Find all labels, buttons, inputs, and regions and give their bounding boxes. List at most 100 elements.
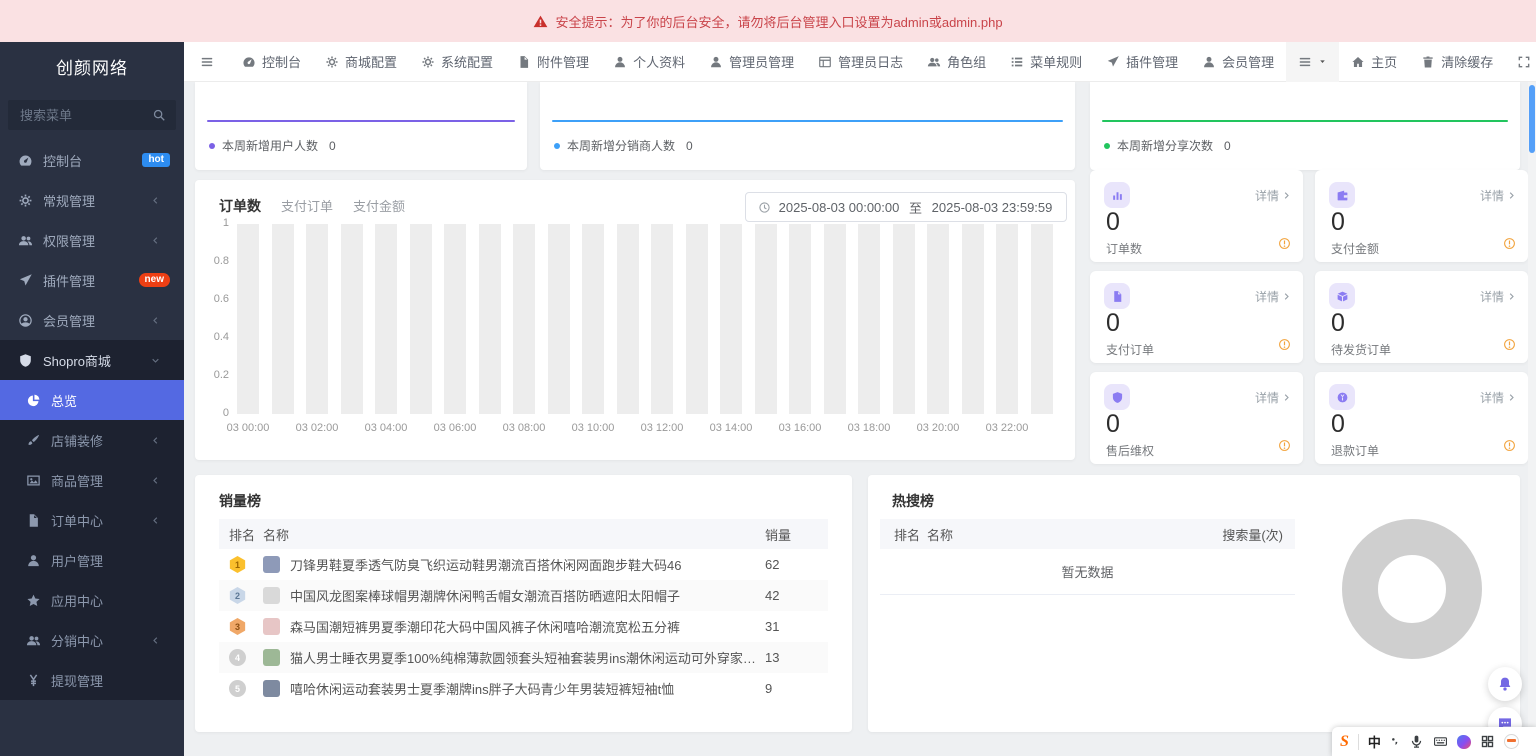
stat-value: 0 bbox=[1331, 309, 1345, 338]
topnav-item-menu-rule[interactable]: 菜单规则 bbox=[998, 42, 1094, 82]
punctuation-icon[interactable] bbox=[1390, 734, 1400, 749]
name-cell: 中国风龙图案棒球帽男潮牌休闲鸭舌帽女潮流百搭防晒遮阳太阳帽子 bbox=[263, 586, 765, 605]
topnav-item-role-group[interactable]: 角色组 bbox=[915, 42, 998, 82]
scrollbar-thumb[interactable] bbox=[1529, 85, 1535, 153]
log-icon bbox=[818, 55, 832, 69]
table-row: 2中国风龙图案棒球帽男潮牌休闲鸭舌帽女潮流百搭防晒遮阳太阳帽子42 bbox=[219, 580, 828, 611]
sidebar-submenu: 总览店铺装修商品管理订单中心用户管理应用中心分销中心提现管理 bbox=[0, 380, 184, 700]
overview-card-new-shares: 本周新增分享次数0 bbox=[1090, 82, 1520, 170]
topnav-item-label: 商城配置 bbox=[345, 52, 397, 71]
sidebar-item-decorate[interactable]: 店铺装修 bbox=[0, 420, 184, 460]
sidebar-item-general[interactable]: 常规管理 bbox=[0, 180, 184, 220]
security-banner-text: 安全提示：为了你的后台安全，请勿将后台管理入口设置为admin或admin.ph… bbox=[555, 12, 1002, 31]
x-axis-label: 03 10:00 bbox=[559, 422, 627, 434]
chevR-icon bbox=[1282, 393, 1291, 402]
date-range-picker[interactable]: 2025-08-03 00:00:00 至 2025-08-03 23:59:5… bbox=[745, 192, 1067, 222]
chart-bar bbox=[755, 224, 777, 414]
warning-icon bbox=[533, 14, 548, 29]
skin-icon[interactable] bbox=[1457, 735, 1471, 749]
sales-value: 62 bbox=[765, 557, 828, 572]
tab-支付订单[interactable]: 支付订单 bbox=[281, 196, 333, 216]
rank-badge: 3 bbox=[229, 618, 246, 635]
topnav-item-addon-manage[interactable]: 插件管理 bbox=[1094, 42, 1190, 82]
scrollbar-track[interactable] bbox=[1528, 82, 1536, 756]
tab-订单数[interactable]: 订单数 bbox=[219, 196, 261, 216]
hot-search-table-header: 排名名称搜索量(次) bbox=[880, 519, 1295, 549]
detail-link[interactable]: 详情 bbox=[1255, 389, 1291, 406]
chartbars-icon bbox=[1111, 189, 1124, 202]
emoji-icon[interactable] bbox=[1504, 734, 1519, 749]
ime-logo[interactable]: S bbox=[1340, 733, 1349, 751]
sidebar-item-shopro[interactable]: Shopro商城 bbox=[0, 340, 184, 380]
sidebar-search-input[interactable] bbox=[8, 100, 148, 130]
user-icon bbox=[26, 553, 41, 568]
date-start[interactable]: 2025-08-03 00:00:00 bbox=[777, 200, 901, 215]
topnav-item-admin-manage[interactable]: 管理员管理 bbox=[697, 42, 806, 82]
topnav-item-member-manage[interactable]: 会员管理 bbox=[1190, 42, 1286, 82]
notification-fab[interactable] bbox=[1488, 667, 1522, 701]
overview-card-new-distributors: 本周新增分销商人数0 bbox=[540, 82, 1075, 170]
topnav-item-admin-log[interactable]: 管理员日志 bbox=[806, 42, 915, 82]
detail-link[interactable]: 详情 bbox=[1255, 187, 1291, 204]
overview-card-new-users: 本周新增用户人数0 bbox=[195, 82, 527, 170]
sidebar-item-console[interactable]: 控制台hot bbox=[0, 140, 184, 180]
topnav-item-system-config[interactable]: 系统配置 bbox=[409, 42, 505, 82]
chart-bar bbox=[996, 224, 1018, 414]
detail-link[interactable]: 详情 bbox=[1480, 288, 1516, 305]
x-axis-label: 03 06:00 bbox=[421, 422, 489, 434]
fullscreen-button[interactable] bbox=[1505, 42, 1536, 82]
apps-grid-icon[interactable] bbox=[1480, 734, 1495, 749]
tab-支付金额[interactable]: 支付金额 bbox=[353, 196, 405, 216]
topnav-item-mall-config[interactable]: 商城配置 bbox=[313, 42, 409, 82]
name-cell: 刀锋男鞋夏季透气防臭飞织运动鞋男潮流百搭休闲网面跑步鞋大码46 bbox=[263, 555, 765, 574]
chevL-icon bbox=[151, 476, 160, 485]
sidebar-item-commission[interactable]: 分销中心 bbox=[0, 620, 184, 660]
sidebar-item-member[interactable]: 会员管理 bbox=[0, 300, 184, 340]
sidebar-item-auth[interactable]: 权限管理 bbox=[0, 220, 184, 260]
coin-icon bbox=[1336, 391, 1349, 404]
topnav-item-console[interactable]: 控制台 bbox=[230, 42, 313, 82]
y-axis-label: 0.4 bbox=[203, 331, 229, 343]
sidebar-toggle-button[interactable] bbox=[184, 42, 230, 82]
menu-bars-icon bbox=[200, 55, 214, 69]
topnav-item-profile[interactable]: 个人资料 bbox=[601, 42, 697, 82]
sidebar-item-addon[interactable]: 插件管理new bbox=[0, 260, 184, 300]
column-header: 排名 bbox=[880, 525, 927, 544]
ime-divider bbox=[1358, 734, 1359, 750]
stat-icon-wrap bbox=[1329, 384, 1355, 410]
product-name: 中国风龙图案棒球帽男潮牌休闲鸭舌帽女潮流百搭防晒遮阳太阳帽子 bbox=[290, 586, 680, 605]
product-thumbnail bbox=[263, 556, 280, 573]
sidebar-item-label: 用户管理 bbox=[51, 551, 170, 570]
sidebar-item-app[interactable]: 应用中心 bbox=[0, 580, 184, 620]
ime-toolbar: S 中 bbox=[1332, 727, 1536, 756]
sales-value: 31 bbox=[765, 619, 828, 634]
sidebar-item-withdraw[interactable]: 提现管理 bbox=[0, 660, 184, 700]
cogs-icon bbox=[421, 55, 435, 69]
sidebar-item-user[interactable]: 用户管理 bbox=[0, 540, 184, 580]
rank-cell: 2 bbox=[219, 587, 263, 604]
clear-cache-button[interactable]: 清除缓存 bbox=[1409, 42, 1505, 82]
sidebar-item-order[interactable]: 订单中心 bbox=[0, 500, 184, 540]
ime-language-mode[interactable]: 中 bbox=[1368, 732, 1381, 751]
home-button[interactable]: 主页 bbox=[1339, 42, 1409, 82]
detail-link[interactable]: 详情 bbox=[1480, 187, 1516, 204]
sales-table-body: 1 刀锋男鞋夏季透气防臭飞织运动鞋男潮流百搭休闲网面跑步鞋大码4662 2 中国风龙图… bbox=[219, 549, 828, 704]
expand-icon bbox=[1517, 55, 1531, 69]
microphone-icon[interactable] bbox=[1409, 734, 1424, 749]
product-name: 森马国潮短裤男夏季潮印花大码中国风裤子休闲嘻哈潮流宽松五分裤 bbox=[290, 617, 680, 636]
name-cell: 猫人男士睡衣男夏季100%纯棉薄款圆领套头短袖套装男ins潮休闲运动可外穿家居服 bbox=[263, 648, 765, 667]
column-header: 排名 bbox=[219, 525, 263, 544]
date-end[interactable]: 2025-08-03 23:59:59 bbox=[930, 200, 1054, 215]
rank-badge: 1 bbox=[229, 556, 246, 573]
sidebar-item-goods[interactable]: 商品管理 bbox=[0, 460, 184, 500]
stat-label: 退款订单 bbox=[1331, 442, 1379, 459]
topnav-item-attachment[interactable]: 附件管理 bbox=[505, 42, 601, 82]
tabs-dropdown-button[interactable] bbox=[1286, 42, 1339, 82]
sidebar-item-overview[interactable]: 总览 bbox=[0, 380, 184, 420]
chart-bar bbox=[617, 224, 639, 414]
keyboard-icon[interactable] bbox=[1433, 734, 1448, 749]
detail-link[interactable]: 详情 bbox=[1480, 389, 1516, 406]
detail-link[interactable]: 详情 bbox=[1255, 288, 1291, 305]
image-icon bbox=[26, 473, 41, 488]
chart-bar bbox=[686, 224, 708, 414]
